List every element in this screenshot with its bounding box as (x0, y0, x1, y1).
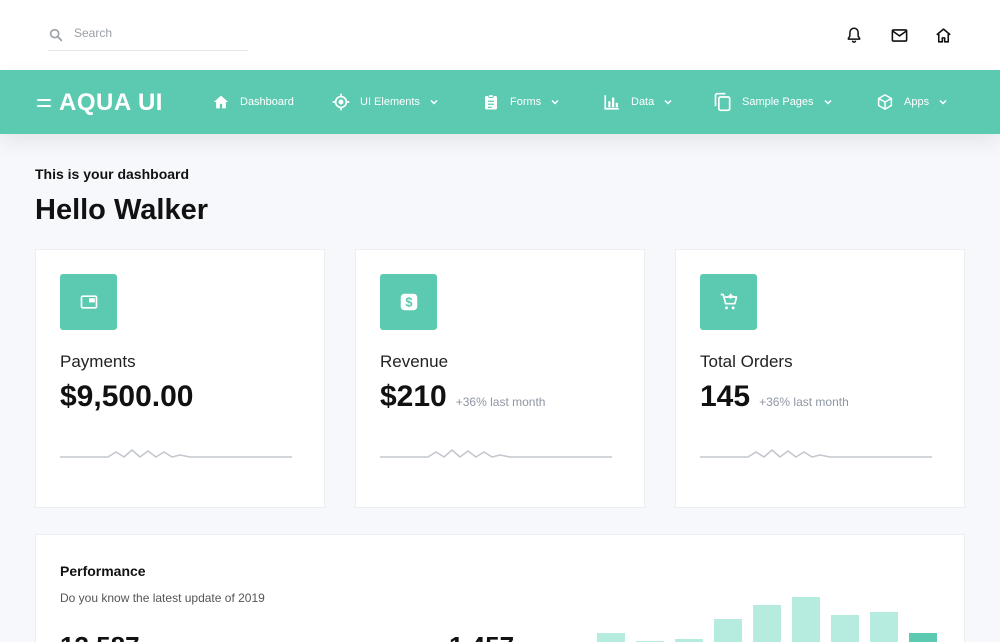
search-box (48, 24, 248, 51)
bar (714, 619, 742, 642)
chevron-down-icon (428, 96, 440, 108)
bar (831, 615, 859, 642)
performance-title: Performance (60, 563, 146, 579)
nav-item-data[interactable]: Data (601, 90, 674, 114)
card-value: $9,500.00 (60, 380, 194, 413)
menu-icon[interactable] (37, 98, 51, 108)
chevron-down-icon (937, 96, 949, 108)
main-nav: AQUA UI Dashboard UI Elements Forms Data… (0, 70, 1000, 134)
wallet-icon (60, 274, 117, 330)
payments-card: Payments $9,500.00 (35, 249, 325, 508)
card-delta: +36% last month (455, 395, 546, 409)
search-icon (49, 28, 63, 42)
home-icon (210, 91, 232, 113)
bar (909, 633, 937, 642)
card-label: Payments (60, 352, 136, 371)
cube-icon (874, 91, 896, 113)
performance-stat: 13,587 (60, 631, 140, 642)
bar (597, 633, 625, 642)
chevron-down-icon (662, 96, 674, 108)
nav-item-label: Apps (904, 96, 930, 108)
bar (753, 605, 781, 642)
search-input[interactable] (74, 26, 244, 40)
mail-icon[interactable] (888, 24, 910, 46)
card-value: $210 (380, 380, 447, 413)
card-value: 145 (700, 380, 751, 413)
bar (870, 612, 898, 642)
brand-logo[interactable]: AQUA UI (37, 89, 163, 117)
nav-item-label: Sample Pages (742, 96, 814, 108)
page-title: Hello Walker (35, 194, 208, 226)
chevron-down-icon (549, 96, 561, 108)
card-delta: +36% last month (759, 395, 849, 409)
nav-item-forms[interactable]: Forms (480, 90, 561, 114)
card-label: Total Orders (700, 352, 793, 371)
sparkline (60, 449, 292, 458)
copy-icon (712, 91, 734, 113)
total-orders-card: Total Orders 145 +36% last month (675, 249, 965, 508)
nav-item-label: Data (631, 96, 655, 108)
sparkline (380, 449, 612, 458)
nav-item-sample-pages[interactable]: Sample Pages (712, 90, 834, 114)
bell-icon[interactable] (843, 24, 865, 46)
nav-item-label: UI Elements (360, 96, 420, 108)
chevron-down-icon (822, 96, 834, 108)
card-label: Revenue (380, 352, 449, 371)
target-icon (330, 91, 352, 113)
performance-bar-chart (597, 597, 937, 642)
nav-item-label: Forms (510, 96, 542, 108)
svg-text:$: $ (405, 295, 412, 310)
home-icon[interactable] (932, 24, 954, 46)
cart-add-icon (700, 274, 757, 330)
dollar-icon: $ (380, 274, 437, 330)
nav-item-label: Dashboard (240, 96, 294, 108)
nav-item-dashboard[interactable]: Dashboard (210, 90, 294, 114)
revenue-card: $ Revenue $210 +36% last month (355, 249, 645, 508)
performance-subtitle: Do you know the latest update of 2019 (60, 591, 265, 605)
bar-chart-icon (601, 91, 623, 113)
page-subtitle: This is your dashboard (35, 166, 190, 182)
performance-stat: 1,457 (449, 631, 514, 642)
bar (792, 597, 820, 642)
performance-panel: Performance Do you know the latest updat… (35, 534, 965, 642)
nav-item-apps[interactable]: Apps (874, 90, 949, 114)
sparkline (700, 449, 932, 458)
nav-item-ui-elements[interactable]: UI Elements (330, 90, 440, 114)
brand-name: AQUA UI (59, 89, 163, 116)
clipboard-icon (480, 91, 502, 113)
top-bar (0, 0, 1000, 70)
